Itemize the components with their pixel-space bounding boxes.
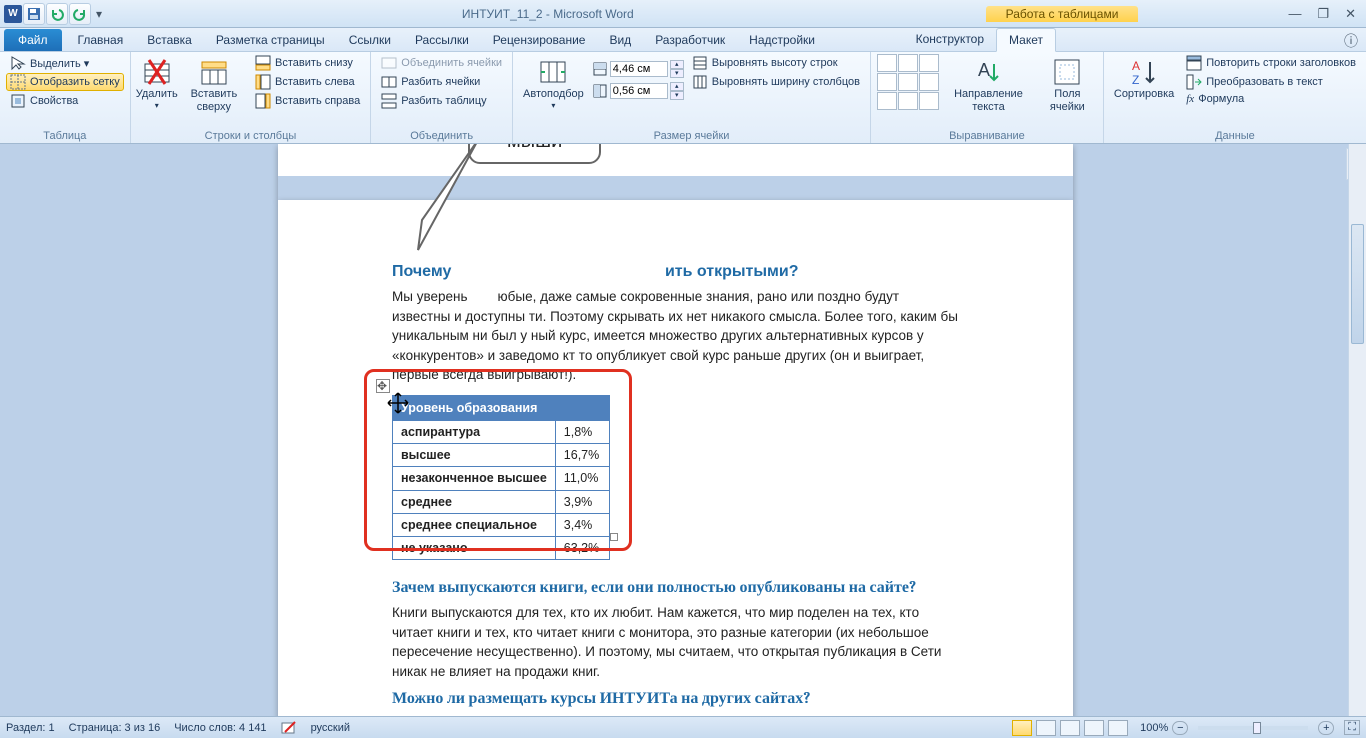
redo-button[interactable] bbox=[69, 3, 91, 25]
quick-access-toolbar: W ▾ bbox=[0, 3, 110, 25]
select-button[interactable]: Выделить ▾ bbox=[6, 54, 124, 72]
print-layout-view[interactable] bbox=[1012, 720, 1032, 736]
undo-button[interactable] bbox=[46, 3, 68, 25]
merge-cells-button: Объединить ячейки bbox=[377, 54, 506, 72]
vertical-scrollbar[interactable] bbox=[1348, 144, 1366, 716]
svg-text:Z: Z bbox=[1132, 73, 1139, 87]
save-button[interactable] bbox=[23, 3, 45, 25]
tab-page-layout[interactable]: Разметка страницы bbox=[204, 29, 337, 51]
status-page[interactable]: Страница: 3 из 16 bbox=[69, 722, 161, 734]
tab-addins[interactable]: Надстройки bbox=[737, 29, 827, 51]
delete-button[interactable]: Удалить▾ bbox=[137, 54, 177, 113]
word-app-icon[interactable]: W bbox=[4, 5, 22, 23]
zoom-level[interactable]: 100% bbox=[1140, 722, 1168, 734]
callout-line2: мыши bbox=[488, 144, 581, 156]
ribbon: Выделить ▾ Отобразить сетку Свойства Таб… bbox=[0, 52, 1366, 144]
tab-file[interactable]: Файл bbox=[4, 29, 62, 51]
tab-layout[interactable]: Макет bbox=[996, 28, 1056, 52]
window-title: ИНТУИТ_11_2 - Microsoft Word bbox=[110, 7, 986, 21]
tab-mailings[interactable]: Рассылки bbox=[403, 29, 481, 51]
sort-button[interactable]: AZСортировка bbox=[1110, 54, 1178, 103]
repeat-header-button[interactable]: Повторить строки заголовков bbox=[1182, 54, 1360, 72]
distribute-rows-button[interactable]: Выровнять высоту строк bbox=[688, 54, 864, 72]
document-area[interactable]: Указатель мыши Почему___________________… bbox=[0, 144, 1366, 716]
qat-customize-icon[interactable]: ▾ bbox=[92, 7, 106, 21]
view-gridlines-button[interactable]: Отобразить сетку bbox=[6, 73, 124, 91]
tab-review[interactable]: Рецензирование bbox=[481, 29, 598, 51]
tab-design[interactable]: Конструктор bbox=[904, 28, 996, 51]
insert-above-button[interactable]: Вставить сверху bbox=[181, 54, 247, 116]
row-height-input[interactable]: ▴▾ bbox=[592, 60, 684, 78]
zoom-in-button[interactable]: + bbox=[1318, 721, 1334, 735]
zoom-slider[interactable] bbox=[1198, 726, 1308, 730]
proofing-icon[interactable] bbox=[281, 720, 297, 736]
tab-references[interactable]: Ссылки bbox=[337, 29, 403, 51]
formula-button[interactable]: fxФормула bbox=[1182, 92, 1360, 106]
table-resize-handle[interactable] bbox=[610, 533, 618, 541]
contextual-tab-title: Работа с таблицами bbox=[986, 6, 1139, 22]
ribbon-tabs: Файл Главная Вставка Разметка страницы С… bbox=[0, 28, 1366, 52]
title-bar: W ▾ ИНТУИТ_11_2 - Microsoft Word Работа … bbox=[0, 0, 1366, 28]
minimize-button[interactable]: — bbox=[1288, 6, 1301, 22]
page-prev-bottom bbox=[278, 144, 1073, 200]
tab-developer[interactable]: Разработчик bbox=[643, 29, 737, 51]
page[interactable]: Указатель мыши Почему___________________… bbox=[278, 200, 1073, 716]
text-direction-button[interactable]: AНаправление текста bbox=[943, 54, 1034, 116]
help-icon[interactable]: ⓘ bbox=[1336, 31, 1366, 51]
tab-view[interactable]: Вид bbox=[597, 29, 643, 51]
insert-left-button[interactable]: Вставить слева bbox=[251, 73, 364, 91]
draft-view[interactable] bbox=[1108, 720, 1128, 736]
col-width-input[interactable]: ▴▾ bbox=[592, 82, 684, 100]
group-table: Выделить ▾ Отобразить сетку Свойства Таб… bbox=[0, 52, 131, 143]
status-language[interactable]: русский bbox=[311, 722, 350, 734]
group-rows-columns: Удалить▾ Вставить сверху Вставить снизу … bbox=[131, 52, 372, 143]
group-cell-size: Автоподбор▾ ▴▾ ▴▾ Выровнять высоту строк… bbox=[513, 52, 871, 143]
group-merge: Объединить ячейки Разбить ячейки Разбить… bbox=[371, 52, 513, 143]
zoom-out-button[interactable]: − bbox=[1172, 721, 1188, 735]
heading-2: Зачем выпускаются книги, если они полнос… bbox=[392, 576, 959, 599]
move-cursor-icon bbox=[386, 391, 410, 415]
properties-button[interactable]: Свойства bbox=[6, 92, 124, 110]
autofit-button[interactable]: Автоподбор▾ bbox=[519, 54, 588, 113]
insert-right-button[interactable]: Вставить справа bbox=[251, 92, 364, 110]
web-layout-view[interactable] bbox=[1060, 720, 1080, 736]
table-container: Уровень образования аспирантура1,8% высш… bbox=[392, 395, 959, 560]
cell-margins-button[interactable]: Поля ячейки bbox=[1038, 54, 1097, 116]
paragraph-2: Книги выпускаются для тех, кто их любит.… bbox=[392, 603, 959, 681]
convert-to-text-button[interactable]: Преобразовать в текст bbox=[1182, 73, 1360, 91]
group-data: AZСортировка Повторить строки заголовков… bbox=[1104, 52, 1366, 143]
status-bar: Раздел: 1 Страница: 3 из 16 Число слов: … bbox=[0, 716, 1366, 738]
insert-below-button[interactable]: Вставить снизу bbox=[251, 54, 364, 72]
split-cells-button[interactable]: Разбить ячейки bbox=[377, 73, 506, 91]
split-table-button[interactable]: Разбить таблицу bbox=[377, 92, 506, 110]
heading-1: Почему________________________ить открыт… bbox=[392, 260, 959, 283]
heading-3: Можно ли размещать курсы ИНТУИТа на друг… bbox=[392, 687, 959, 710]
tab-insert[interactable]: Вставка bbox=[135, 29, 204, 51]
status-words[interactable]: Число слов: 4 141 bbox=[174, 722, 266, 734]
restore-button[interactable]: ❐ bbox=[1317, 6, 1329, 22]
group-alignment: AНаправление текста Поля ячейки Выравнив… bbox=[871, 52, 1104, 143]
status-section[interactable]: Раздел: 1 bbox=[6, 722, 55, 734]
alignment-grid[interactable] bbox=[877, 54, 939, 110]
tab-home[interactable]: Главная bbox=[66, 29, 136, 51]
window-controls: — ❐ ✕ bbox=[1278, 6, 1366, 22]
callout: Указатель мыши bbox=[468, 144, 601, 164]
svg-text:A: A bbox=[978, 60, 990, 80]
distribute-cols-button[interactable]: Выровнять ширину столбцов bbox=[688, 73, 864, 91]
full-screen-view[interactable] bbox=[1036, 720, 1056, 736]
svg-text:A: A bbox=[1132, 59, 1140, 73]
close-button[interactable]: ✕ bbox=[1345, 6, 1356, 22]
outline-view[interactable] bbox=[1084, 720, 1104, 736]
fit-button[interactable]: ⛶ bbox=[1344, 720, 1360, 735]
